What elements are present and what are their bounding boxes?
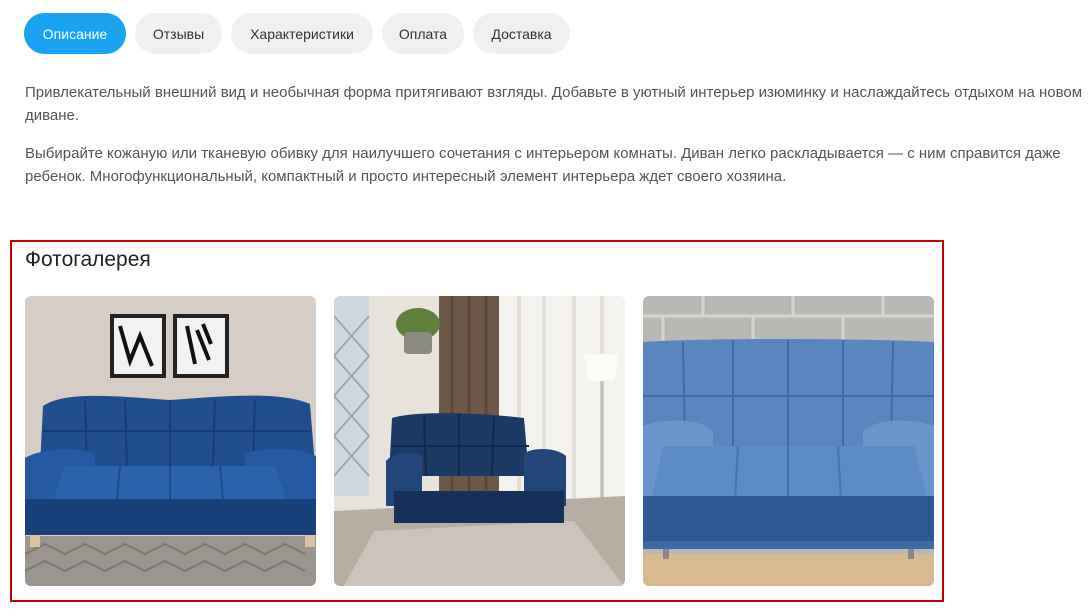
tab-description[interactable]: Описание — [24, 13, 126, 54]
tab-payment[interactable]: Оплата — [382, 13, 464, 54]
sofa-photo-image — [334, 296, 625, 586]
description-paragraph: Выбирайте кожаную или тканевую обивку дл… — [25, 145, 1061, 185]
photo-gallery: Фотогалерея — [10, 240, 944, 602]
tab-reviews[interactable]: Отзывы — [135, 13, 222, 54]
sofa-photo-image — [25, 296, 316, 586]
sofa-photo-image — [643, 296, 934, 586]
tab-delivery[interactable]: Доставка — [473, 13, 570, 54]
gallery-photo-1[interactable] — [25, 296, 316, 586]
description-paragraph: Привлекательный внешний вид и необычная … — [25, 84, 1083, 124]
gallery-photo-2[interactable] — [334, 296, 625, 586]
product-description: Привлекательный внешний вид и необычная … — [25, 81, 1085, 203]
product-tabs: Описание Отзывы Характеристики Оплата До… — [24, 13, 570, 54]
gallery-title: Фотогалерея — [25, 248, 151, 271]
tab-specifications[interactable]: Характеристики — [231, 13, 373, 54]
gallery-photo-3[interactable] — [643, 296, 934, 586]
